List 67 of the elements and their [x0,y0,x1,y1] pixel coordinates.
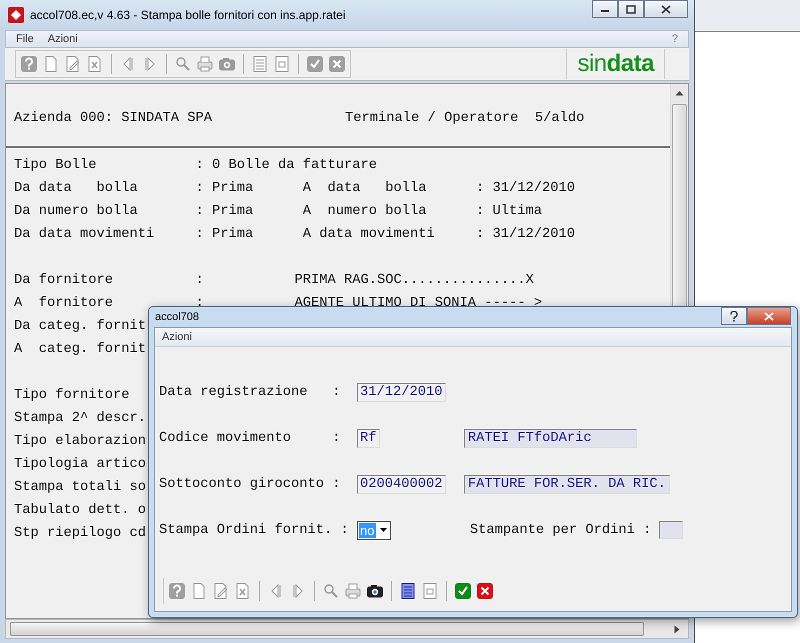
field-label: Tabulato dett. o [14,503,146,518]
field-label: Tipologia artico [14,457,146,472]
field-value: : Prima [196,181,254,196]
field-label: Da data movimenti [14,227,156,242]
window-title: accol708.ec,v 4.63 - Stampa bolle fornitori con ins.app.ratei [30,8,346,22]
field-label: Stp riepilogo cd [14,526,146,541]
close-icon [661,4,671,14]
menu-item[interactable]: Azioni [48,33,78,45]
field-label: Stampa 2^ descr. [14,411,146,426]
input-field[interactable]: 0200400002 [357,475,446,494]
input-field[interactable] [659,521,684,539]
close-icon[interactable] [476,582,494,600]
field-label: AGENTE ULTIMO DI SONIA ----- > [294,296,542,311]
field-label: Da fornitore [14,273,114,288]
field-label: A data movimenti [302,227,436,242]
scroll-right-icon[interactable] [674,624,680,634]
app-icon [8,7,24,23]
menu-item[interactable]: File [16,33,34,45]
dialog-title: accol708 [155,311,200,323]
field-value: : Ultima [476,204,542,219]
description-field: FATTURE FOR.SER. DA RIC. [464,474,670,494]
checkmark-icon[interactable] [454,582,472,600]
camera-icon[interactable] [366,582,384,600]
help-button[interactable] [721,307,747,325]
terminal-text: Terminale / Operatore 5/aldo [345,110,584,128]
field-label: Stampante per Ordini : [470,522,652,538]
close-icon [764,312,774,320]
field-value: : Prima [196,204,254,219]
field-value: : [196,273,205,288]
field-label: A categ. fornit [14,342,146,357]
field-label: A numero bolla [302,204,428,219]
field-label: Tipo fornitore [14,388,130,403]
field-label: Sottoconto giroconto : [159,476,342,492]
close-button[interactable] [644,0,688,18]
field-label: Da categ. fornit [14,319,146,334]
field-label: Stampa Ordini fornit. : [159,522,350,538]
maximize-button[interactable] [618,0,644,18]
field-label: A fornitore [14,296,114,311]
field-label: Da numero bolla [14,204,139,219]
list-icon[interactable] [399,582,417,600]
field-value: : Prima [196,227,254,242]
field-value: : 31/12/2010 [476,181,576,196]
field-label: Stampa totali so [14,480,146,495]
minimize-button[interactable] [592,0,618,18]
maximize-icon [626,4,636,14]
field-value: : 0 Bolle da fatturare [196,158,378,173]
input-field[interactable]: Rf [357,429,380,448]
field-label: A data bolla [302,181,428,196]
help-menu[interactable]: ? [672,33,678,45]
logo: sindata [566,49,665,79]
help-icon [729,310,739,322]
field-value: : [196,296,205,311]
field-label: Tipo Bolle [14,158,98,173]
horizontal-scrollbar[interactable] [5,619,689,639]
scroll-thumb[interactable] [10,622,644,636]
field-label: Tipo elaborazion [14,434,146,449]
field-value: : 31/12/2010 [476,227,576,242]
input-field[interactable]: 31/12/2010 [357,383,446,402]
company-text: Azienda 000: SINDATA SPA [14,110,212,128]
menu-item[interactable]: Azioni [162,331,192,343]
field-label: Codice movimento : [159,430,342,446]
field-label: Data registrazione : [159,384,342,400]
description-field: RATEI FTfoDAric [464,428,637,448]
caret-icon [380,528,386,532]
field-label: PRIMA RAG.SOC...............X [294,273,534,288]
scroll-up-icon[interactable] [675,90,684,96]
field-label: Da data bolla [14,181,139,196]
